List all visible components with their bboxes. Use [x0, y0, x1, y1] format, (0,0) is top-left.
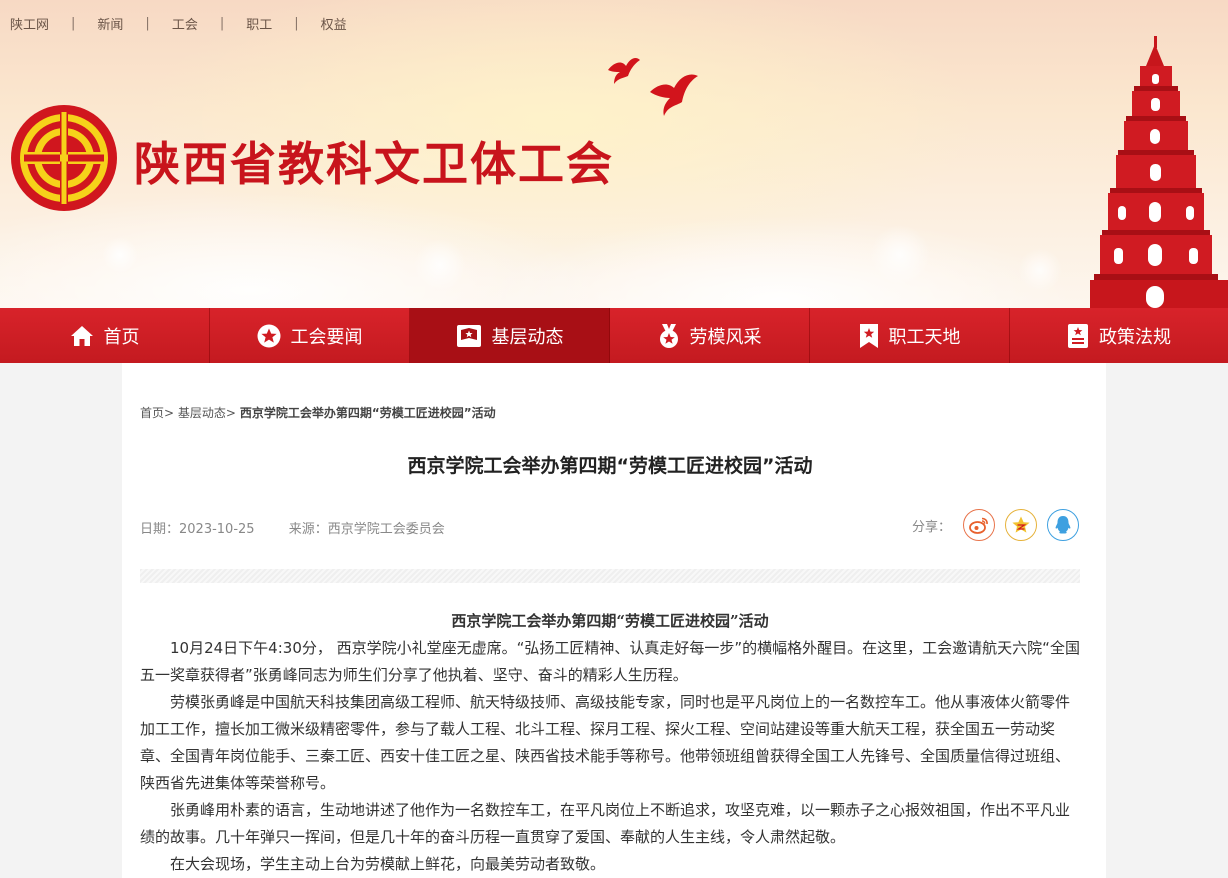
- top-link-separator: |: [219, 16, 225, 31]
- nav-policy[interactable]: 政策法规: [1010, 308, 1228, 363]
- article-paragraph: 劳模张勇峰是中国航天科技集团高级工程师、航天特级技师、高级技能专家，同时也是平凡…: [140, 693, 1071, 792]
- source-label: 来源：: [288, 522, 328, 537]
- breadcrumb-separator: >: [164, 406, 175, 420]
- nav-home[interactable]: 首页: [0, 308, 210, 363]
- article-paragraph: 10月24日下午4:30分， 西京学院小礼堂座无虚席。“弘扬工匠精神、认真走好每…: [140, 639, 1080, 684]
- share-weibo-button[interactable]: [963, 509, 996, 541]
- article-source: 西京学院工会委员会: [327, 522, 445, 537]
- article-title: 西京学院工会举办第四期“劳模工匠进校园”活动: [407, 455, 813, 477]
- nav-label: 首页: [103, 326, 140, 348]
- breadcrumb-separator: >: [225, 406, 236, 420]
- bookmark-icon: [859, 323, 878, 348]
- star-badge-icon: [257, 324, 280, 347]
- nav-label: 基层动态: [491, 326, 564, 348]
- qq-icon: [1055, 516, 1071, 534]
- top-link-shangongwang[interactable]: 陕工网: [10, 14, 49, 33]
- union-logo-icon[interactable]: [10, 104, 118, 212]
- article-meta: 日期：2023-10-25 来源：西京学院工会委员会: [140, 518, 445, 537]
- top-link-separator: |: [145, 16, 150, 31]
- article-body: 西京学院工会举办第四期“劳模工匠进校园”活动 10月24日下午4:30分， 西京…: [140, 608, 1080, 878]
- breadcrumb-home[interactable]: 首页: [140, 406, 164, 420]
- nav-label: 劳模风采: [689, 326, 762, 348]
- nav-label: 政策法规: [1099, 326, 1171, 348]
- top-link-news[interactable]: 新闻: [97, 14, 123, 33]
- nav-grassroots[interactable]: 基层动态: [410, 308, 610, 363]
- nav-label: 工会要闻: [290, 326, 363, 348]
- qzone-icon: [1012, 516, 1030, 533]
- top-link-union[interactable]: 工会: [172, 14, 198, 33]
- article-paragraph: 在大会现场，学生主动上台为劳模献上鲜花，向最美劳动者致敬。: [170, 855, 606, 873]
- home-icon: [70, 325, 93, 346]
- flag-icon: [456, 324, 481, 347]
- date-label: 日期：: [140, 522, 180, 537]
- breadcrumb: 首页> 基层动态> 西京学院工会举办第四期“劳模工匠进校园”活动: [140, 404, 496, 421]
- nav-model-workers[interactable]: 劳模风采: [610, 308, 810, 363]
- main-nav: 首页 工会要闻 基层动态 劳模风采 职工天地 政策法规: [0, 308, 1228, 363]
- divider: [140, 569, 1080, 583]
- share-qq-button[interactable]: [1047, 509, 1080, 541]
- pagoda-icon: [1090, 36, 1228, 308]
- top-link-workers[interactable]: 职工: [246, 14, 272, 33]
- top-link-separator: |: [71, 16, 76, 31]
- share-label: 分享：: [912, 519, 952, 535]
- article-date: 2023-10-25: [179, 522, 255, 537]
- top-link-separator: |: [294, 16, 299, 31]
- nav-union-news[interactable]: 工会要闻: [210, 308, 410, 363]
- medal-icon: [659, 323, 678, 348]
- doves-icon: [608, 58, 698, 116]
- weibo-icon: [969, 517, 988, 534]
- breadcrumb-current: 西京学院工会举办第四期“劳模工匠进校园”活动: [239, 406, 496, 420]
- article-subtitle: 西京学院工会举办第四期“劳模工匠进校园”活动: [451, 612, 769, 630]
- top-links: 陕工网 | 新闻 | 工会 | 职工 | 权益: [10, 14, 347, 33]
- nav-worker-world[interactable]: 职工天地: [810, 308, 1010, 363]
- document-icon: [1068, 323, 1088, 348]
- top-link-rights[interactable]: 权益: [321, 14, 347, 33]
- article-paragraph: 张勇峰用朴素的语言，生动地讲述了他作为一名数控车工，在平凡岗位上不断追求，攻坚克…: [140, 801, 1071, 846]
- breadcrumb-section[interactable]: 基层动态: [178, 406, 226, 420]
- header-banner: 陕工网 | 新闻 | 工会 | 职工 | 权益 陕西省教科文卫体工会: [0, 0, 1228, 308]
- site-title[interactable]: 陕西省教科文卫体工会: [134, 128, 614, 194]
- nav-label: 职工天地: [888, 326, 961, 348]
- share-qzone-button[interactable]: [1005, 509, 1038, 541]
- share-bar: 分享：: [912, 509, 1080, 541]
